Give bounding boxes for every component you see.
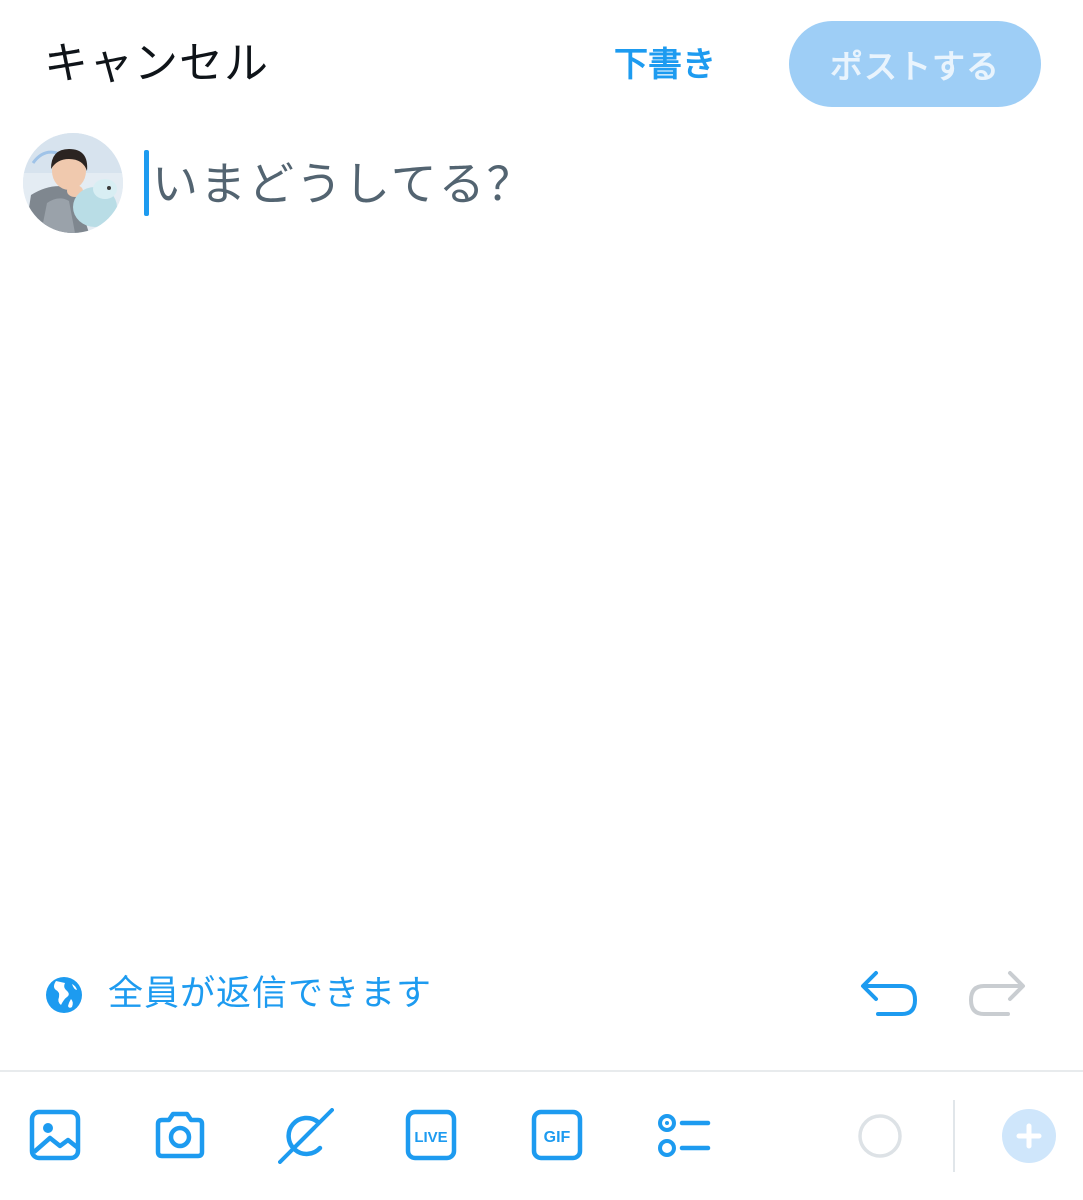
redo-icon[interactable] (966, 966, 1028, 1022)
avatar[interactable] (23, 133, 123, 233)
post-button[interactable]: ポストする (789, 21, 1041, 107)
compose-toolbar: LIVE GIF (0, 1072, 1083, 1200)
poll-icon[interactable] (656, 1108, 712, 1164)
text-caret (144, 150, 149, 216)
grok-icon[interactable] (278, 1108, 334, 1164)
cancel-button[interactable]: キャンセル (44, 34, 269, 94)
image-icon[interactable] (28, 1108, 84, 1164)
toolbar-separator (953, 1100, 955, 1172)
live-label: LIVE (414, 1129, 447, 1146)
camera-icon[interactable] (152, 1108, 208, 1164)
add-thread-icon[interactable] (1002, 1109, 1056, 1163)
compose-textarea[interactable]: いまどうしてる？ (144, 150, 1044, 220)
reply-settings-button[interactable]: 全員が返信できます (108, 968, 432, 1020)
character-counter (855, 1111, 905, 1161)
drafts-button[interactable]: 下書き (614, 40, 716, 90)
gif-icon[interactable]: GIF (530, 1108, 586, 1164)
avatar-image (23, 133, 123, 233)
compose-header: キャンセル 下書き ポストする (0, 0, 1083, 130)
undo-icon[interactable] (858, 966, 920, 1022)
gif-label: GIF (544, 1129, 571, 1146)
globe-icon[interactable] (44, 975, 84, 1015)
live-icon[interactable]: LIVE (404, 1108, 460, 1164)
compose-placeholder: いまどうしてる？ (152, 157, 535, 211)
reply-settings-row: 全員が返信できます (0, 960, 1083, 1030)
